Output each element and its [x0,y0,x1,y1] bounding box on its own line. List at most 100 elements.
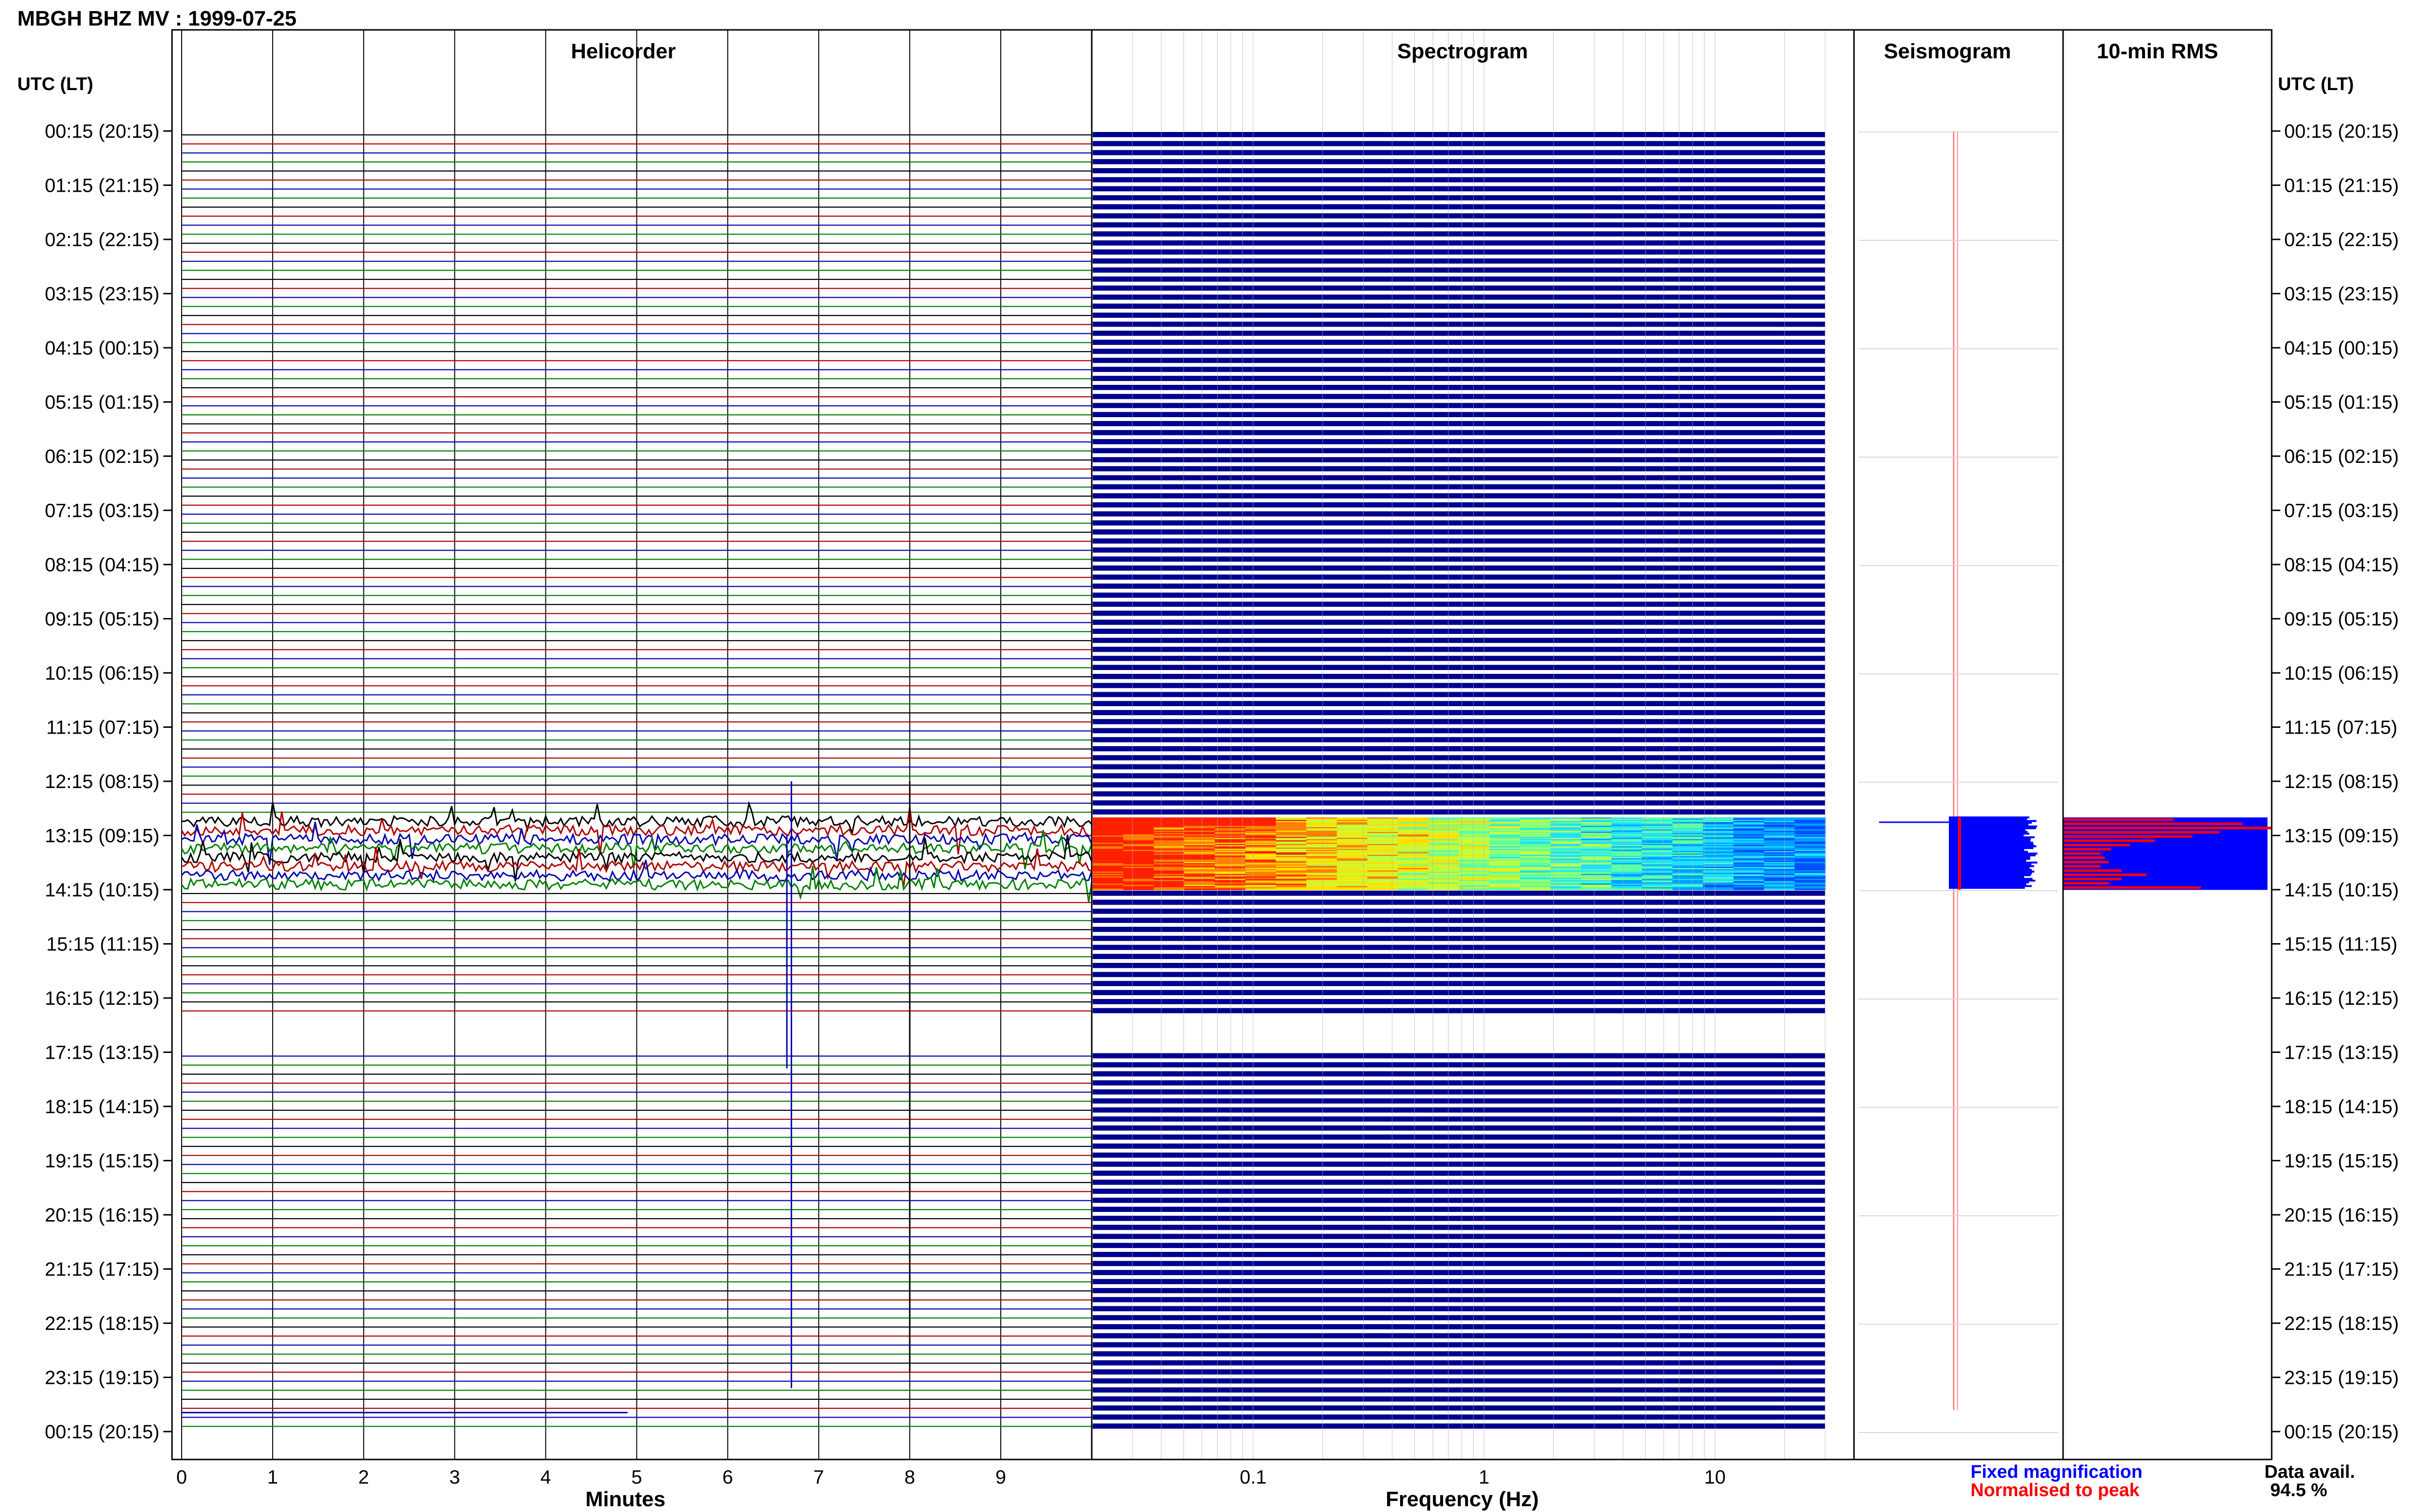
minute-tick-label: 8 [904,1467,915,1488]
time-label-left: 23:15 (19:15) [45,1367,159,1389]
rms-normalised-bar [2063,878,2122,881]
minute-tick-label: 7 [813,1467,824,1488]
time-label-left: 21:15 (17:15) [45,1259,159,1280]
rms-panel [2063,817,2272,890]
data-availability-value: 94.5 % [2270,1480,2328,1500]
minute-tick-label: 4 [540,1467,551,1488]
rms-title: 10-min RMS [2097,39,2218,63]
rms-normalised-bar [2063,848,2111,851]
spectrogram-cell [1764,888,1795,890]
spectrogram-cell [1153,888,1185,890]
time-label-right: 01:15 (21:15) [2284,175,2399,197]
time-label-right: 00:15 (20:15) [2284,1421,2399,1443]
time-label-right: 07:15 (03:15) [2284,500,2399,522]
minute-tick-label: 5 [631,1467,642,1488]
legend-fixed-magnification: Fixed magnification [1971,1462,2143,1482]
time-label-left: 09:15 (05:15) [45,609,159,630]
spectrogram-cell [1215,888,1246,890]
time-label-left: 00:15 (20:15) [45,1421,159,1443]
time-label-left: 13:15 (09:15) [45,826,159,847]
spectrogram-cell [1245,888,1277,890]
left-time-header: UTC (LT) [17,74,93,94]
time-label-right: 20:15 (16:15) [2284,1205,2399,1226]
spectrogram-cell [1184,888,1216,890]
rms-normalised-bar [2063,822,2243,825]
time-label-right: 18:15 (14:15) [2284,1096,2399,1118]
time-label-right: 19:15 (15:15) [2284,1151,2399,1172]
data-availability-label: Data avail. [2264,1462,2355,1482]
minute-tick-label: 1 [267,1467,278,1488]
time-label-right: 03:15 (23:15) [2284,284,2399,305]
time-label-left: 08:15 (04:15) [45,554,159,576]
time-label-left: 19:15 (15:15) [45,1151,159,1172]
minute-tick-label: 6 [722,1467,733,1488]
time-label-left: 03:15 (23:15) [45,284,159,305]
minute-tick-label: 2 [358,1467,369,1488]
spectrogram-cell [1611,888,1643,890]
spectrogram-cell [1794,888,1826,890]
time-label-left: 04:15 (00:15) [45,338,159,359]
rms-normalised-bar [2063,882,2109,885]
spectrogram-cell [1459,888,1490,890]
time-label-right: 12:15 (08:15) [2284,771,2399,792]
time-label-right: 15:15 (11:15) [2284,934,2397,955]
spectrogram-cell [1398,888,1429,890]
spectrogram-cell [1734,888,1765,890]
time-label-right: 16:15 (12:15) [2284,988,2399,1009]
minute-tick-label: 3 [450,1467,460,1488]
time-label-right: 05:15 (01:15) [2284,392,2399,413]
spectrogram-cell [1581,888,1612,890]
rms-normalised-bar [2063,835,2193,838]
time-label-right: 06:15 (02:15) [2284,446,2399,467]
rms-normalised-bar [2063,873,2147,876]
rms-normalised-bar [2063,865,2101,868]
spectrogram-cell [1550,888,1582,890]
spectrogram-cell [1642,888,1673,890]
spectrogram-cell [1306,888,1337,890]
time-label-right: 23:15 (19:15) [2284,1367,2399,1389]
time-label-left: 10:15 (06:15) [45,663,159,684]
seismogram-panel [1859,131,2058,1433]
frequency-tick-label: 10 [1704,1467,1726,1488]
time-label-left: 14:15 (10:15) [45,880,159,901]
frequency-tick-label: 1 [1479,1467,1489,1488]
time-label-right: 13:15 (09:15) [2284,826,2399,847]
time-label-left: 20:15 (16:15) [45,1205,159,1226]
rms-normalised-bar [2063,886,2201,889]
rms-normalised-bar [2063,843,2130,846]
time-label-left: 06:15 (02:15) [45,446,159,467]
rms-normalised-bar [2063,852,2101,855]
rms-normalised-bar [2063,861,2109,864]
rms-normalised-bar [2063,856,2105,859]
spectrogram-cell [1093,888,1124,890]
frequency-tick-label: 0.1 [1240,1467,1267,1488]
spectrogram-cell [1489,888,1521,890]
time-label-right: 04:15 (00:15) [2284,338,2399,359]
minute-tick-label: 0 [176,1467,187,1488]
time-label-left: 17:15 (13:15) [45,1042,159,1064]
spectrogram-cell [1520,888,1551,890]
rms-normalised-bar [2063,818,2174,821]
minute-tick-label: 9 [995,1467,1006,1488]
time-label-left: 22:15 (18:15) [45,1313,159,1334]
spectrogram-panel [1093,30,1826,1459]
time-label-right: 00:15 (20:15) [2284,121,2399,142]
time-label-left: 11:15 (07:15) [46,717,159,738]
right-time-header: UTC (LT) [2278,74,2354,94]
time-label-left: 12:15 (08:15) [45,771,159,792]
rms-normalised-bar [2063,827,2272,829]
time-label-left: 18:15 (14:15) [45,1096,159,1118]
spectrogram-title: Spectrogram [1397,39,1528,63]
time-label-right: 08:15 (04:15) [2284,554,2399,576]
time-label-left: 07:15 (03:15) [45,500,159,522]
time-label-left: 15:15 (11:15) [46,934,159,955]
helicorder-title: Helicorder [571,39,676,63]
spectrogram-cell [1703,888,1734,890]
time-label-left: 02:15 (22:15) [45,229,159,250]
time-label-right: 11:15 (07:15) [2284,717,2397,738]
time-label-right: 14:15 (10:15) [2284,880,2399,901]
time-label-right: 21:15 (17:15) [2284,1259,2399,1280]
seismogram-title: Seismogram [1884,39,2012,63]
time-label-left: 01:15 (21:15) [45,175,159,197]
chart-title: MBGH BHZ MV : 1999-07-25 [17,7,297,30]
